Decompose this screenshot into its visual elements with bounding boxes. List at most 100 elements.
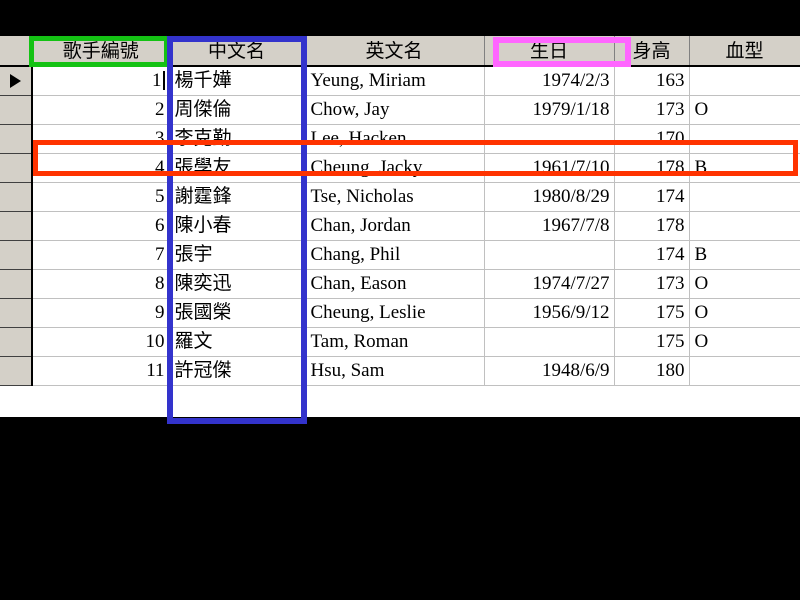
cell-singer-id[interactable]: 9	[32, 298, 170, 328]
cell-english-name[interactable]: Tam, Roman	[304, 327, 485, 357]
cell-birthday[interactable]: 1974/7/27	[484, 269, 615, 299]
cell-singer-id[interactable]: 6	[32, 211, 170, 241]
table-row[interactable]: 11 許冠傑 Hsu, Sam 1948/6/9 180	[0, 356, 800, 386]
row-selector-cell[interactable]	[0, 182, 33, 212]
row-selector-cell[interactable]	[0, 153, 33, 183]
cell-blood-type[interactable]: B	[689, 240, 800, 270]
cell-english-name[interactable]: Tse, Nicholas	[304, 182, 485, 212]
cell-chinese-name[interactable]: 周傑倫	[169, 95, 305, 125]
cell-height[interactable]: 175	[614, 298, 690, 328]
table-row[interactable]: 6 陳小春 Chan, Jordan 1967/7/8 178	[0, 211, 800, 241]
table-row[interactable]: 2 周傑倫 Chow, Jay 1979/1/18 173 O	[0, 95, 800, 125]
cell-singer-id[interactable]: 10	[32, 327, 170, 357]
cell-blood-type[interactable]	[689, 356, 800, 386]
cell-english-name[interactable]: Lee, Hacken	[304, 124, 485, 154]
cell-birthday[interactable]	[484, 327, 615, 357]
cell-singer-id[interactable]: 11	[32, 356, 170, 386]
cell-english-name[interactable]: Yeung, Miriam	[304, 66, 485, 96]
row-selector-cell[interactable]	[0, 124, 33, 154]
screen-root: 歌手編號 中文名 英文名 生日 身高 血型 1 楊千嬅 Yeung, Miriam 1…	[0, 0, 800, 600]
cell-height[interactable]: 178	[614, 211, 690, 241]
cell-birthday[interactable]: 1979/1/18	[484, 95, 615, 125]
cell-english-name[interactable]: Cheung, Jacky	[304, 153, 485, 183]
cell-chinese-name[interactable]: 張國榮	[169, 298, 305, 328]
cell-birthday[interactable]: 1956/9/12	[484, 298, 615, 328]
cell-singer-id[interactable]: 5	[32, 182, 170, 212]
cell-singer-id[interactable]: 2	[32, 95, 170, 125]
cell-singer-id[interactable]: 4	[32, 153, 170, 183]
column-header-selector[interactable]	[0, 36, 33, 67]
cell-birthday[interactable]: 1948/6/9	[484, 356, 615, 386]
table-row[interactable]: 8 陳奕迅 Chan, Eason 1974/7/27 173 O	[0, 269, 800, 299]
cell-chinese-name[interactable]: 許冠傑	[169, 356, 305, 386]
cell-blood-type[interactable]	[689, 124, 800, 154]
cell-height[interactable]: 175	[614, 327, 690, 357]
row-selector-cell[interactable]	[0, 356, 33, 386]
row-selector-cell[interactable]	[0, 298, 33, 328]
cell-birthday[interactable]	[484, 124, 615, 154]
table-row[interactable]: 1 楊千嬅 Yeung, Miriam 1974/2/3 163	[0, 66, 800, 96]
column-header-singer-id[interactable]: 歌手編號	[32, 36, 170, 67]
cell-height[interactable]: 173	[614, 269, 690, 299]
row-selector-cell[interactable]	[0, 211, 33, 241]
cell-english-name[interactable]: Chow, Jay	[304, 95, 485, 125]
table-header: 歌手編號 中文名 英文名 生日 身高 血型	[0, 36, 800, 67]
column-header-english-name[interactable]: 英文名	[304, 36, 485, 67]
cell-height[interactable]: 178	[614, 153, 690, 183]
cell-blood-type[interactable]: O	[689, 298, 800, 328]
cell-chinese-name[interactable]: 陳小春	[169, 211, 305, 241]
cell-singer-id[interactable]: 8	[32, 269, 170, 299]
cell-birthday[interactable]	[484, 240, 615, 270]
table-row[interactable]: 5 謝霆鋒 Tse, Nicholas 1980/8/29 174	[0, 182, 800, 212]
cell-chinese-name[interactable]: 羅文	[169, 327, 305, 357]
table-row[interactable]: 10 羅文 Tam, Roman 175 O	[0, 327, 800, 357]
column-header-blood-type[interactable]: 血型	[689, 36, 800, 67]
cell-singer-id[interactable]: 1	[32, 66, 170, 96]
datasheet-grid[interactable]: 歌手編號 中文名 英文名 生日 身高 血型 1 楊千嬅 Yeung, Miriam 1…	[0, 34, 800, 419]
cell-chinese-name[interactable]: 陳奕迅	[169, 269, 305, 299]
column-header-birthday[interactable]: 生日	[484, 36, 615, 67]
cell-chinese-name[interactable]: 楊千嬅	[169, 66, 305, 96]
cell-blood-type[interactable]: B	[689, 153, 800, 183]
cell-blood-type[interactable]	[689, 211, 800, 241]
cell-blood-type[interactable]	[689, 182, 800, 212]
cell-english-name[interactable]: Chan, Eason	[304, 269, 485, 299]
cell-birthday[interactable]: 1961/7/10	[484, 153, 615, 183]
text-cursor-caret	[162, 71, 165, 91]
cell-blood-type[interactable]: O	[689, 95, 800, 125]
table-row[interactable]: 3 李克勤 Lee, Hacken 170	[0, 124, 800, 154]
cell-height[interactable]: 180	[614, 356, 690, 386]
cell-english-name[interactable]: Cheung, Leslie	[304, 298, 485, 328]
cell-chinese-name[interactable]: 李克勤	[169, 124, 305, 154]
column-header-chinese-name[interactable]: 中文名	[169, 36, 305, 67]
row-selector-cell[interactable]	[0, 240, 33, 270]
column-header-height[interactable]: 身高	[614, 36, 690, 67]
cell-blood-type[interactable]: O	[689, 327, 800, 357]
cell-english-name[interactable]: Hsu, Sam	[304, 356, 485, 386]
cell-height[interactable]: 163	[614, 66, 690, 96]
singers-table: 歌手編號 中文名 英文名 生日 身高 血型 1 楊千嬅 Yeung, Miriam 1…	[0, 36, 800, 386]
cell-chinese-name[interactable]: 謝霆鋒	[169, 182, 305, 212]
cell-english-name[interactable]: Chan, Jordan	[304, 211, 485, 241]
cell-birthday[interactable]: 1967/7/8	[484, 211, 615, 241]
row-selector-cell[interactable]	[0, 66, 33, 96]
table-row[interactable]: 4 張學友 Cheung, Jacky 1961/7/10 178 B	[0, 153, 800, 183]
row-selector-cell[interactable]	[0, 269, 33, 299]
table-row[interactable]: 9 張國榮 Cheung, Leslie 1956/9/12 175 O	[0, 298, 800, 328]
cell-height[interactable]: 173	[614, 95, 690, 125]
cell-singer-id[interactable]: 7	[32, 240, 170, 270]
cell-birthday[interactable]: 1974/2/3	[484, 66, 615, 96]
table-row[interactable]: 7 張宇 Chang, Phil 174 B	[0, 240, 800, 270]
cell-english-name[interactable]: Chang, Phil	[304, 240, 485, 270]
cell-height[interactable]: 174	[614, 240, 690, 270]
cell-birthday[interactable]: 1980/8/29	[484, 182, 615, 212]
cell-chinese-name[interactable]: 張學友	[169, 153, 305, 183]
cell-height[interactable]: 170	[614, 124, 690, 154]
cell-height[interactable]: 174	[614, 182, 690, 212]
cell-blood-type[interactable]	[689, 66, 800, 96]
row-selector-cell[interactable]	[0, 327, 33, 357]
cell-singer-id[interactable]: 3	[32, 124, 170, 154]
cell-blood-type[interactable]: O	[689, 269, 800, 299]
row-selector-cell[interactable]	[0, 95, 33, 125]
cell-chinese-name[interactable]: 張宇	[169, 240, 305, 270]
